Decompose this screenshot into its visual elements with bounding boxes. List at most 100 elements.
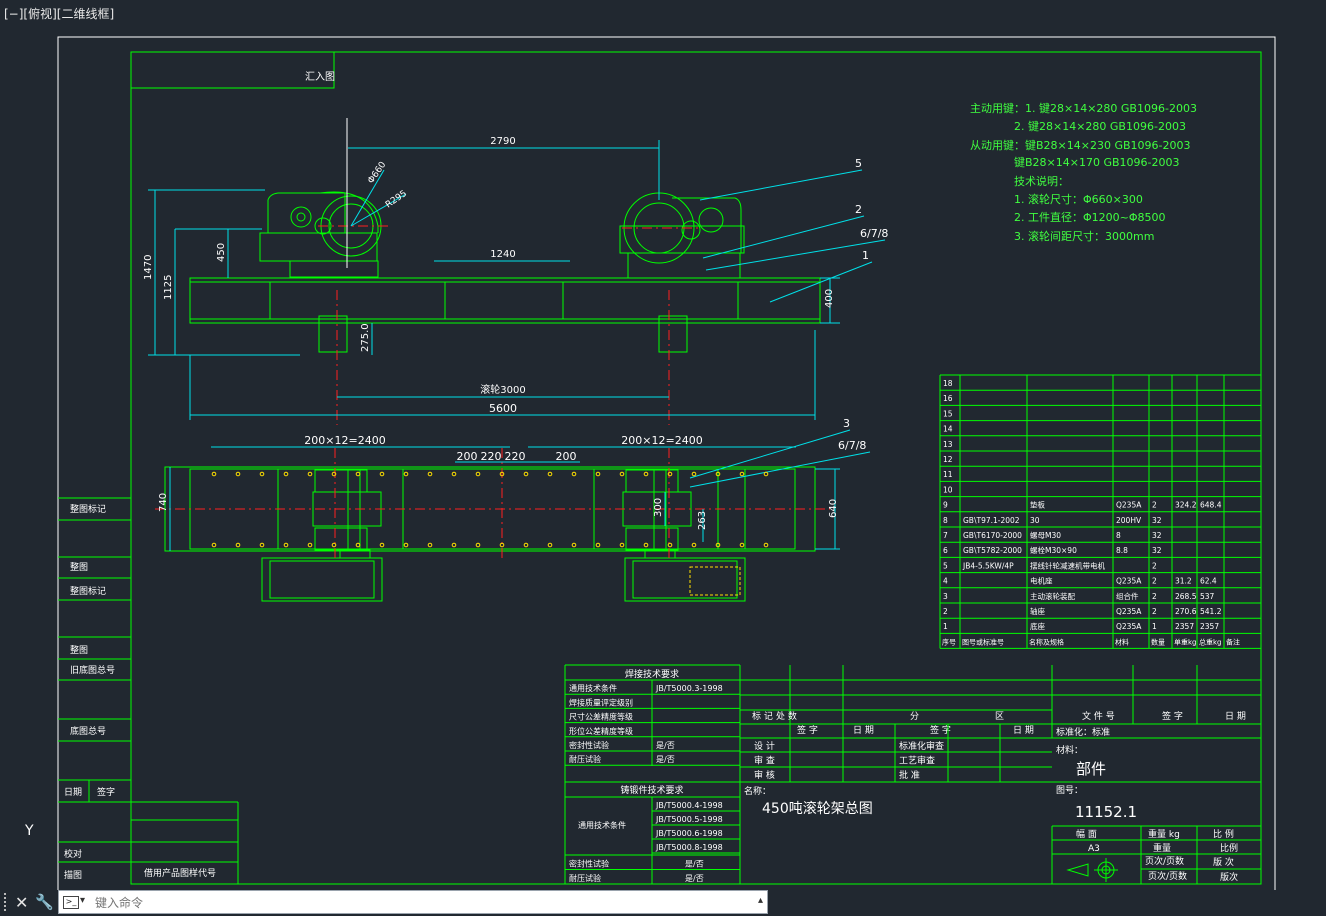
- bom-cell: 13: [943, 440, 953, 449]
- revision-header: 日 期: [1225, 711, 1246, 722]
- margin-label: 整图标记: [70, 585, 106, 597]
- sign-header: 日 期: [1013, 725, 1034, 736]
- bom-cell: 螺栓M30×90: [1030, 545, 1077, 555]
- bom-cell: 324.2: [1175, 501, 1197, 510]
- cast-general: 通用技术条件: [578, 820, 626, 830]
- bom-cell: 12: [943, 455, 953, 464]
- bolt-hole: [619, 471, 625, 477]
- chevron-down-icon[interactable]: ▾: [80, 895, 85, 906]
- bom-cell: 30: [1030, 516, 1040, 525]
- bolt-hole: [427, 471, 433, 477]
- technical-note: 1. 滚轮尺寸：Φ660×300: [1014, 192, 1143, 206]
- chevron-up-icon[interactable]: ▴: [758, 895, 763, 906]
- revision-header: 标 记: [752, 710, 773, 722]
- bom-cell: GB\T5782-2000: [963, 546, 1022, 555]
- close-icon[interactable]: ✕: [15, 893, 28, 912]
- bolt-hole: [691, 471, 697, 477]
- bolt-hole: [283, 471, 289, 477]
- dimension-label: 220: [481, 450, 502, 463]
- bolt-hole: [643, 542, 649, 548]
- cast-requirement-value: 是/否: [685, 860, 704, 869]
- bolt-hole: [475, 471, 481, 477]
- bolt-hole: [571, 471, 577, 477]
- bom-cell: 组合件: [1116, 591, 1139, 601]
- bom-cell: 轴座: [1030, 606, 1046, 616]
- motor-terminal-box: [689, 566, 741, 596]
- bom-cell: 648.4: [1200, 501, 1222, 510]
- bolt-hole: [547, 471, 553, 477]
- weld-title: 焊接技术要求: [625, 668, 679, 680]
- command-bar[interactable]: >_ ▾ ▴: [58, 890, 768, 914]
- technical-note: 从动用键：键B28×14×230 GB1096-2003: [970, 138, 1191, 152]
- bom-cell: 11: [943, 470, 953, 479]
- margin-label: 借用产品图样代号: [144, 867, 216, 879]
- sign-header: 签 字: [797, 724, 818, 736]
- weld-requirement-value: JB/T5000.3-1998: [655, 684, 723, 693]
- dimension-lines: [148, 140, 886, 551]
- bom-cell: 32: [1152, 516, 1162, 525]
- command-bar-grip[interactable]: [4, 893, 10, 911]
- command-prompt-icon[interactable]: >_: [63, 896, 79, 909]
- bom-cell: 6: [943, 546, 948, 555]
- bolt-hole: [259, 471, 265, 477]
- sign-role: 审 核: [754, 769, 775, 781]
- dimension-label: 滚轮3000: [480, 383, 525, 396]
- technical-note: 键B28×14×170 GB1096-2003: [1014, 155, 1180, 169]
- margin-label: 签字: [97, 786, 115, 798]
- sign-role: 审 查: [754, 755, 775, 767]
- dimension-label: 275.0: [360, 323, 371, 352]
- bom-cell: 10: [943, 485, 953, 494]
- cast-standard: JB/T5000.8-1998: [655, 843, 723, 852]
- bom-cell: 2: [943, 607, 948, 616]
- drawing-canvas[interactable]: 汇入图主动用键：1. 键28×14×280 GB1096-2003 2. 键28×…: [0, 0, 1326, 890]
- bom-cell: 541.2: [1200, 607, 1222, 616]
- bolt-hole: [763, 471, 769, 477]
- part-balloon: 5: [855, 157, 862, 170]
- dimension-label: 400: [824, 289, 835, 308]
- bom-header: 图号或标准号: [962, 637, 1004, 646]
- margin-label: 整图: [70, 644, 88, 656]
- bom-header: 单重kg: [1174, 637, 1197, 646]
- bom-cell: 2: [1152, 592, 1157, 601]
- paper-format: A3: [1088, 844, 1100, 854]
- bom-cell: 18: [943, 379, 953, 388]
- bom-cell: Q235A: [1116, 622, 1142, 631]
- revision-header: 签 字: [1162, 710, 1183, 722]
- cast-requirement: 密封性试验: [569, 859, 609, 869]
- bom-cell: Q235A: [1116, 607, 1142, 616]
- bolt-hole: [403, 542, 409, 548]
- bom-cell: 2: [1152, 607, 1157, 616]
- wrench-icon[interactable]: 🔧: [35, 893, 54, 911]
- part-balloon: 1: [862, 249, 869, 262]
- bom-cell: 270.6: [1175, 607, 1197, 616]
- material-value: 部件: [1076, 760, 1106, 778]
- bolt-hole: [235, 542, 241, 548]
- bom-cell: 4: [943, 577, 948, 586]
- cast-requirement-value: 是/否: [685, 874, 704, 883]
- bolt-hole: [523, 471, 529, 477]
- command-input[interactable]: [93, 893, 717, 913]
- bolt-hole: [451, 471, 457, 477]
- bolt-hole: [475, 542, 481, 548]
- name-label: 名称：: [744, 785, 771, 797]
- bom-cell: 16: [943, 394, 953, 403]
- bom-cell: 8: [943, 516, 948, 525]
- bom-cell: 摆线针轮减速机带电机: [1030, 560, 1105, 570]
- dimension-label: 200×12=2400: [304, 434, 385, 447]
- bolt-hole: [595, 471, 601, 477]
- bom-cell: Q235A: [1116, 501, 1142, 510]
- bolt-hole: [331, 542, 337, 548]
- bom-cell: 537: [1200, 592, 1215, 601]
- left-margin-table: [58, 497, 239, 884]
- technical-note: 主动用键：1. 键28×14×280 GB1096-2003: [970, 101, 1197, 115]
- bolt-hole: [523, 542, 529, 548]
- bom-cell: 1: [943, 622, 948, 631]
- dimension-label: 300: [653, 498, 664, 517]
- bom-cell: 200HV: [1116, 516, 1142, 525]
- bom-cell: GB\T97.1-2002: [963, 516, 1020, 525]
- cast-standard: JB/T5000.5-1998: [655, 815, 723, 824]
- weld-requirement: 耐压试验: [569, 754, 601, 764]
- plan-view: [164, 466, 816, 602]
- dimension-label: 220: [505, 450, 526, 463]
- bom-cell: 1: [1152, 622, 1157, 631]
